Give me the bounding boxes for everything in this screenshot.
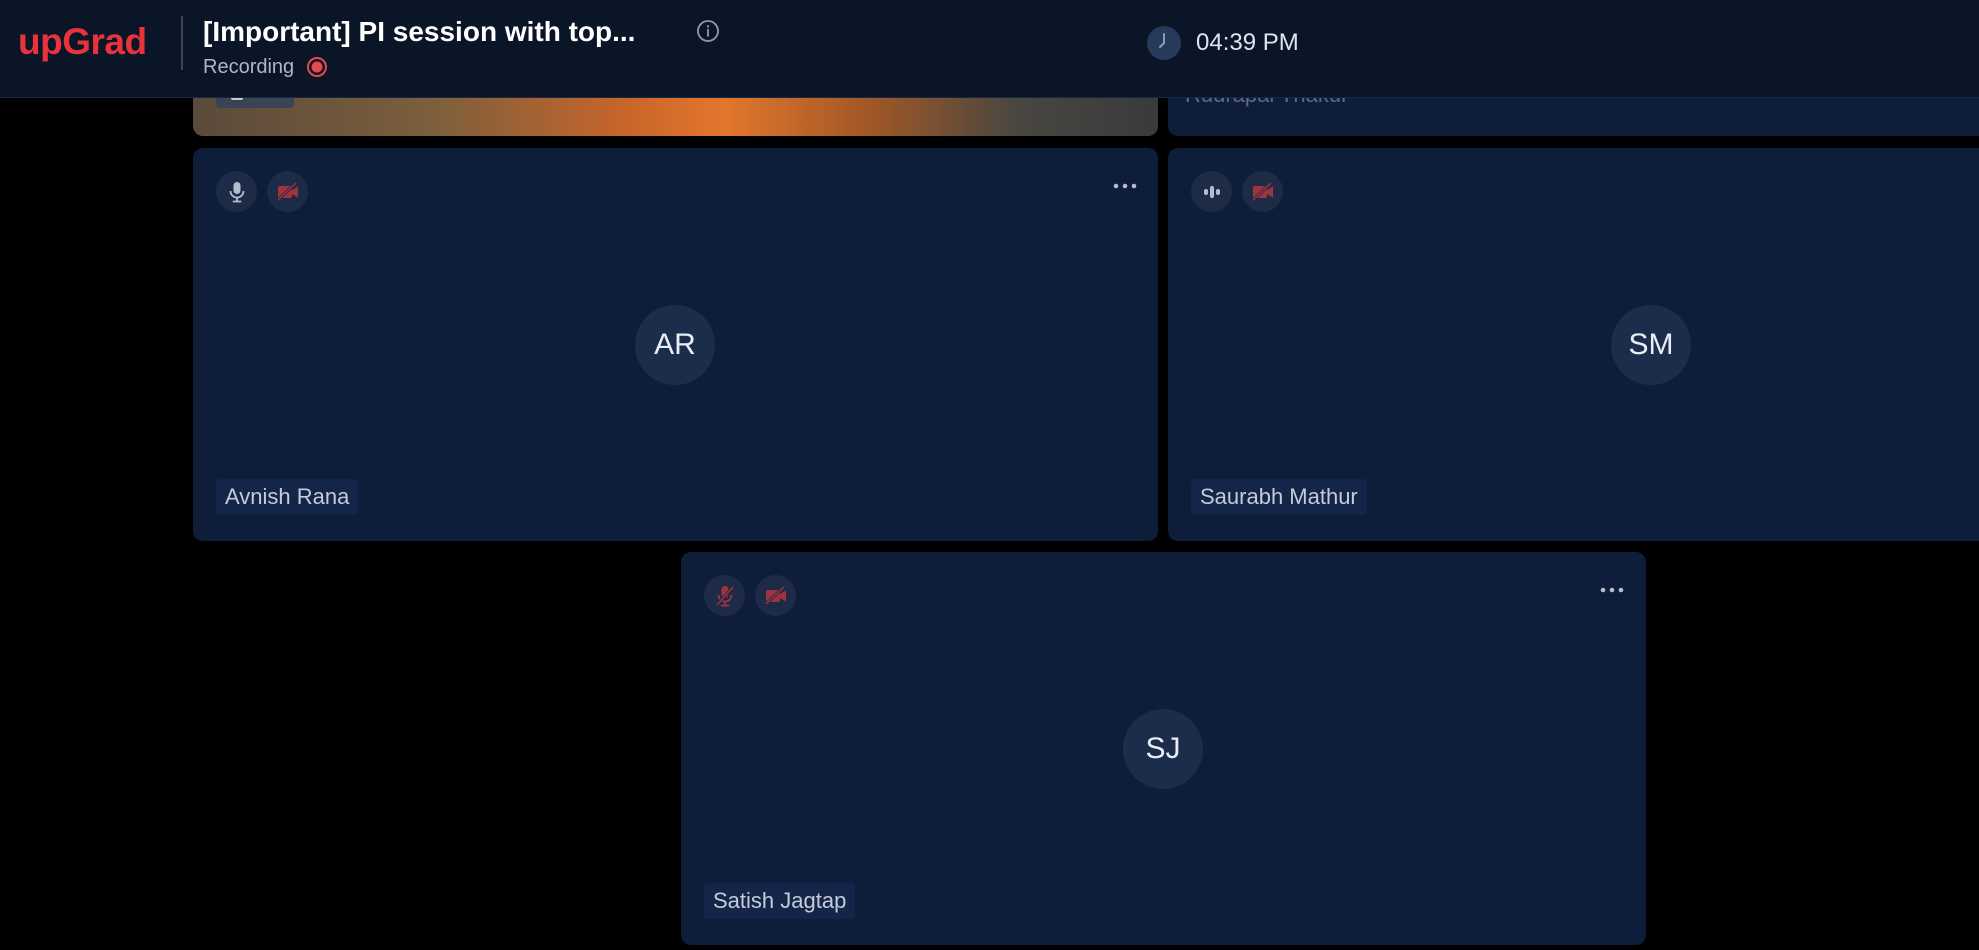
recording-indicator-icon bbox=[307, 57, 327, 77]
session-title: [Important] PI session with top... bbox=[203, 16, 636, 47]
tile-controls bbox=[704, 575, 796, 616]
tile-controls bbox=[1191, 171, 1283, 212]
recording-label: Recording bbox=[203, 56, 295, 78]
microphone-icon bbox=[216, 171, 257, 212]
more-options-icon[interactable] bbox=[1598, 584, 1626, 596]
meeting-header: upGrad [Important] PI session with top..… bbox=[0, 0, 1979, 98]
camera-off-icon bbox=[755, 575, 796, 616]
participant-tile-saurabh[interactable]: SM Saurabh Mathur bbox=[1168, 148, 1979, 541]
avatar: SM bbox=[1611, 305, 1691, 385]
participant-tile-avnish[interactable]: AR Avnish Rana bbox=[193, 148, 1158, 541]
header-divider bbox=[181, 16, 183, 70]
camera-off-icon bbox=[267, 171, 308, 212]
current-time: 04:39 PM bbox=[1196, 29, 1299, 56]
name-tag: Satish Jagtap bbox=[704, 883, 856, 919]
microphone-muted-icon bbox=[704, 575, 745, 616]
upgrad-logo[interactable]: upGrad bbox=[18, 20, 147, 64]
audio-level-icon bbox=[1191, 171, 1232, 212]
info-icon[interactable] bbox=[696, 19, 720, 43]
avatar: SJ bbox=[1123, 709, 1203, 789]
name-tag: Saurabh Mathur bbox=[1191, 479, 1367, 515]
clock-icon bbox=[1147, 26, 1181, 60]
name-tag: Avnish Rana bbox=[216, 479, 359, 515]
participant-tile-satish[interactable]: SJ Satish Jagtap bbox=[681, 552, 1646, 945]
avatar: AR bbox=[635, 305, 715, 385]
camera-off-icon bbox=[1242, 171, 1283, 212]
more-options-icon[interactable] bbox=[1111, 180, 1139, 192]
tile-controls bbox=[216, 171, 308, 212]
